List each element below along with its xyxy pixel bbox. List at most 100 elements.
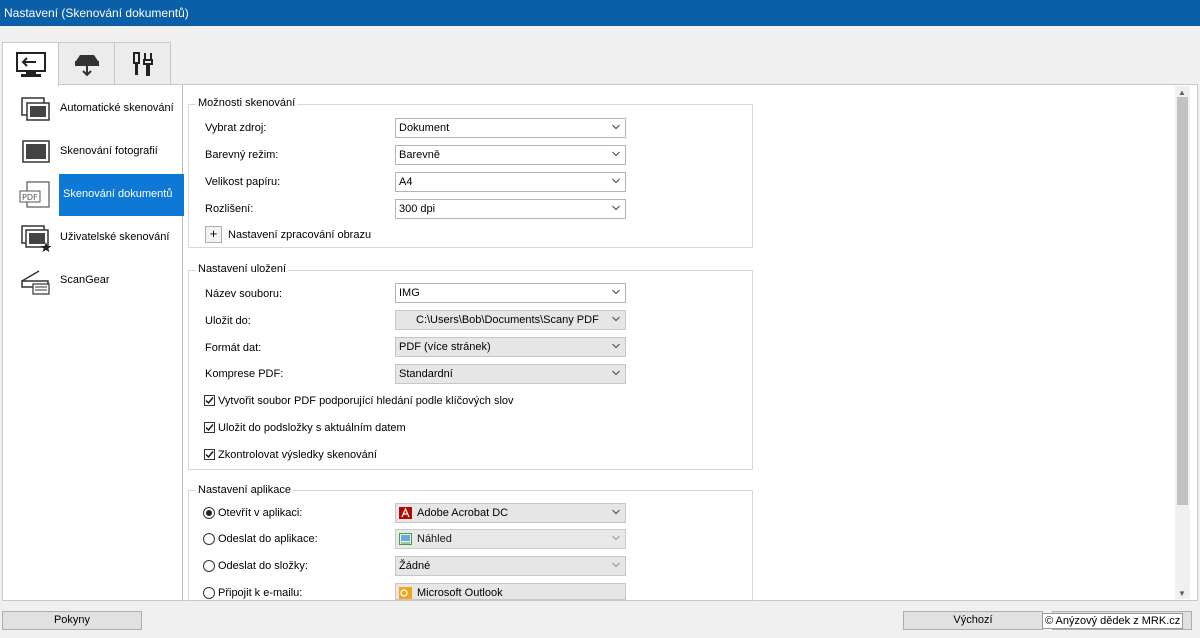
dropdown-value: PDF (více stránek) (399, 341, 491, 353)
chevron-down-icon (612, 178, 620, 184)
send-to-app-dropdown[interactable]: Náhled (395, 529, 626, 549)
dropdown-value: A4 (399, 176, 413, 188)
svg-text:PDF: PDF (22, 193, 38, 202)
window-title: Nastavení (Skenování dokumentů) (4, 6, 189, 20)
keyword-search-pdf-label: Vytvořit soubor PDF podporující hledání … (218, 395, 514, 407)
sidebar-item-document-scan[interactable]: PDF Skenování dokumentů (3, 173, 184, 216)
dropdown-value: Adobe Acrobat DC (417, 507, 509, 519)
attach-to-email-label: Připojit k e-mailu: (218, 587, 303, 599)
send-to-app-radio[interactable] (203, 533, 215, 545)
file-name-combobox[interactable]: IMG (395, 283, 626, 303)
scan-from-panel-icon (74, 54, 99, 76)
date-subfolder-label: Uložit do podsložky s aktuálním datem (218, 422, 406, 434)
source-label: Vybrat zdroj: (205, 122, 267, 134)
send-to-folder-label: Odeslat do složky: (218, 560, 308, 572)
resolution-label: Rozlišení: (205, 203, 254, 215)
chevron-down-icon (612, 124, 620, 130)
scan-from-computer-icon (15, 51, 46, 77)
dropdown-value: Microsoft Outlook (417, 587, 503, 599)
tab-scan-from-panel[interactable] (58, 42, 115, 84)
tab-scan-from-computer[interactable] (2, 42, 59, 86)
checkmark-icon (205, 451, 214, 459)
scangear-icon (21, 270, 50, 295)
open-in-app-dropdown[interactable]: Adobe Acrobat DC (395, 503, 626, 523)
color-mode-dropdown[interactable]: Barevně (395, 145, 626, 165)
sidebar-item-label: ScanGear (60, 274, 110, 286)
sidebar-item-label: Uživatelské skenování (60, 231, 170, 243)
sidebar-item-label: Automatické skenování (60, 102, 174, 114)
chevron-down-icon (612, 370, 620, 376)
dropdown-value: Dokument (399, 122, 450, 134)
pdf-document-icon: PDF (19, 181, 50, 208)
defaults-button[interactable]: Výchozí (903, 611, 1043, 630)
paper-size-dropdown[interactable]: A4 (395, 172, 626, 192)
chevron-down-icon (612, 289, 620, 295)
resolution-dropdown[interactable]: 300 dpi (395, 199, 626, 219)
dropdown-value: Standardní (399, 368, 453, 380)
send-to-app-label: Odeslat do aplikace: (218, 533, 318, 545)
keyword-search-pdf-checkbox[interactable] (204, 395, 215, 406)
instructions-button[interactable]: Pokyny (2, 611, 142, 630)
attach-to-email-radio[interactable] (203, 587, 215, 599)
sidebar-item-label: Skenování dokumentů (63, 188, 173, 200)
window-title-bar: Nastavení (Skenování dokumentů) (0, 0, 1200, 26)
chevron-down-icon (612, 316, 620, 322)
image-processing-label: Nastavení zpracování obrazu (228, 229, 372, 241)
dropdown-value: Žádné (399, 560, 431, 572)
dropdown-value: IMG (399, 287, 420, 299)
color-mode-label: Barevný režim: (205, 149, 279, 161)
photo-scan-icon (22, 140, 50, 163)
preview-app-icon (399, 533, 412, 545)
dropdown-value: C:\Users\Bob\Documents\Scany PDF (416, 314, 599, 326)
scrollbar-thumb[interactable] (1177, 97, 1188, 505)
save-settings-title: Nastavení uložení (196, 263, 289, 276)
send-to-folder-dropdown[interactable]: Žádné (395, 556, 626, 576)
scan-options-title: Možnosti skenování (196, 97, 298, 110)
general-settings-tools-icon (132, 51, 153, 76)
dropdown-value: 300 dpi (399, 203, 436, 215)
checkmark-icon (205, 424, 214, 432)
chevron-down-icon (612, 205, 620, 211)
data-format-dropdown[interactable]: PDF (více stránek) (395, 337, 626, 357)
sidebar-item-custom-scan[interactable]: Uživatelské skenování (3, 216, 181, 259)
radio-dot (206, 510, 212, 516)
sidebar-item-scangear[interactable]: ScanGear (3, 259, 181, 302)
sidebar-item-label: Skenování fotografií (60, 145, 158, 157)
custom-scan-icon (21, 225, 52, 252)
attach-to-email-dropdown[interactable]: Microsoft Outlook (395, 583, 626, 600)
watermark: © Anýzový dědek z MRK.cz (1042, 613, 1184, 629)
save-to-label: Uložit do: (205, 315, 251, 327)
dropdown-value: Barevně (399, 149, 440, 161)
open-in-app-label: Otevřít v aplikaci: (218, 507, 303, 519)
chevron-down-icon (612, 343, 620, 349)
scroll-down-arrow[interactable]: ▼ (1178, 589, 1186, 598)
app-settings-title: Nastavení aplikace (196, 484, 293, 497)
data-format-label: Formát dat: (205, 342, 262, 354)
check-results-checkbox[interactable] (204, 449, 215, 460)
paper-size-label: Velikost papíru: (205, 176, 281, 188)
pdf-compression-label: Komprese PDF: (205, 368, 284, 380)
send-to-folder-radio[interactable] (203, 560, 215, 572)
sidebar-item-photo-scan[interactable]: Skenování fotografií (3, 130, 181, 173)
acrobat-icon (399, 507, 412, 519)
checkmark-icon (205, 397, 214, 405)
expand-image-processing-button[interactable]: + (205, 226, 222, 243)
scroll-up-arrow[interactable]: ▲ (1178, 88, 1186, 97)
check-results-label: Zkontrolovat výsledky skenování (218, 449, 377, 461)
auto-scan-icon (21, 97, 50, 121)
outlook-icon (399, 587, 412, 599)
sidebar-item-auto-scan[interactable]: Automatické skenování (3, 87, 181, 130)
open-in-app-radio[interactable] (203, 507, 215, 519)
source-dropdown[interactable]: Dokument (395, 118, 626, 138)
dropdown-value: Náhled (417, 533, 452, 545)
file-name-label: Název souboru: (205, 288, 283, 300)
scan-type-list: Automatické skenování Skenování fotograf… (3, 85, 184, 600)
pdf-compression-dropdown[interactable]: Standardní (395, 364, 626, 384)
tab-general-settings[interactable] (114, 42, 171, 84)
date-subfolder-checkbox[interactable] (204, 422, 215, 433)
chevron-down-icon (612, 535, 620, 541)
chevron-down-icon (612, 562, 620, 568)
save-to-dropdown[interactable]: C:\Users\Bob\Documents\Scany PDF (395, 310, 626, 330)
chevron-down-icon (612, 509, 620, 515)
chevron-down-icon (612, 151, 620, 157)
